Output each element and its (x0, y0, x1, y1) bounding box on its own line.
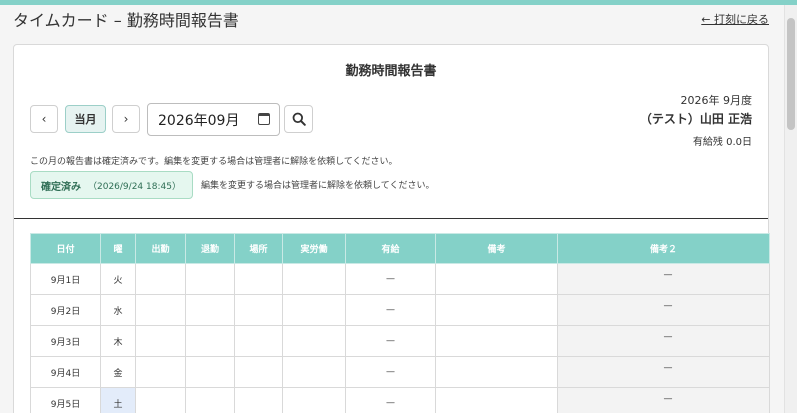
cell-clock-out[interactable] (185, 387, 235, 413)
cell-date: 9月2日 (30, 294, 101, 326)
header-actual-work: 実労働 (282, 233, 346, 264)
cell-location[interactable] (234, 263, 283, 295)
current-month-button[interactable]: 当月 (65, 105, 106, 133)
cell-clock-in[interactable] (135, 356, 186, 388)
timecard-table: 日付 曜 出勤 退勤 場所 実労働 有給 備考 備考２ 9月1日 火 — — 9… (30, 233, 770, 413)
next-month-button[interactable]: › (112, 105, 140, 133)
month-input-value: 2026年09月 (158, 112, 240, 129)
section-divider (14, 218, 768, 219)
cell-clock-in[interactable] (135, 263, 186, 295)
cell-memo[interactable] (435, 356, 558, 388)
status-badge-label: 確定済み (41, 181, 81, 193)
confirmed-notice: この月の報告書は確定済みです。編集を変更する場合は管理者に解除を依頼してください… (30, 157, 398, 167)
cell-actual-work (282, 263, 346, 295)
report-title: 勤務時間報告書 (345, 64, 437, 79)
table-row: 9月5日 土 — — (30, 387, 770, 413)
cell-clock-in[interactable] (135, 387, 186, 413)
status-badge: 確定済み （2026/9/24 18:45） (30, 171, 193, 199)
scrollbar-thumb[interactable] (787, 18, 795, 130)
table-header-row: 日付 曜 出勤 退勤 場所 実労働 有給 備考 備考２ (30, 233, 770, 264)
cell-memo[interactable] (435, 294, 558, 326)
cell-clock-in[interactable] (135, 325, 186, 357)
cell-date: 9月3日 (30, 325, 101, 357)
report-period: 2026年 9月度 (680, 94, 753, 107)
cell-weekday: 水 (100, 294, 136, 326)
prev-month-button[interactable]: ‹ (30, 105, 58, 133)
cell-clock-out[interactable] (185, 325, 235, 357)
header-clock-out: 退勤 (185, 233, 235, 264)
header-location: 場所 (234, 233, 283, 264)
cell-date: 9月1日 (30, 263, 101, 295)
cell-clock-out[interactable] (185, 356, 235, 388)
cell-clock-out[interactable] (185, 263, 235, 295)
cell-location[interactable] (234, 356, 283, 388)
cell-actual-work (282, 294, 346, 326)
unlock-notice: 編集を変更する場合は管理者に解除を依頼してください。 (201, 181, 435, 191)
table-row: 9月4日 金 — — (30, 356, 770, 388)
paid-leave-balance: 有給残 0.0日 (692, 137, 752, 148)
status-badge-timestamp: （2026/9/24 18:45） (88, 181, 181, 192)
header-memo: 備考 (435, 233, 558, 264)
cell-date: 9月5日 (30, 387, 101, 413)
report-card: 勤務時間報告書 ‹ 当月 › 2026年09月 2026年 9月度 （テスト）山… (13, 44, 770, 413)
header-date: 日付 (30, 233, 101, 264)
cell-memo[interactable] (435, 325, 558, 357)
header-clock-in: 出勤 (135, 233, 186, 264)
top-accent-bar (0, 0, 797, 5)
cell-location[interactable] (234, 325, 283, 357)
cell-clock-out[interactable] (185, 294, 235, 326)
cell-location[interactable] (234, 294, 283, 326)
cell-clock-in[interactable] (135, 294, 186, 326)
cell-paid-leave[interactable]: — (345, 294, 436, 326)
cell-weekday: 火 (100, 263, 136, 295)
cell-weekday: 金 (100, 356, 136, 388)
cell-memo[interactable] (435, 387, 558, 413)
cell-weekday: 土 (100, 387, 136, 413)
table-row: 9月1日 火 — — (30, 263, 770, 295)
calendar-icon[interactable] (258, 113, 270, 125)
cell-memo2: — (557, 263, 770, 295)
cell-memo[interactable] (435, 263, 558, 295)
cell-weekday: 木 (100, 325, 136, 357)
cell-actual-work (282, 325, 346, 357)
table-row: 9月3日 木 — — (30, 325, 770, 357)
cell-memo2: — (557, 356, 770, 388)
cell-actual-work (282, 356, 346, 388)
header-paid-leave: 有給 (345, 233, 436, 264)
search-button[interactable] (284, 105, 313, 133)
month-input[interactable]: 2026年09月 (147, 103, 280, 136)
header-memo2: 備考２ (557, 233, 770, 264)
cell-paid-leave[interactable]: — (345, 356, 436, 388)
user-name: （テスト）山田 正浩 (639, 112, 752, 126)
cell-memo2: — (557, 294, 770, 326)
header-weekday: 曜 (100, 233, 136, 264)
table-row: 9月2日 水 — — (30, 294, 770, 326)
search-icon (292, 112, 306, 126)
app-title: タイムカード – 勤務時間報告書 (13, 11, 239, 30)
cell-paid-leave[interactable]: — (345, 263, 436, 295)
cell-date: 9月4日 (30, 356, 101, 388)
cell-memo2: — (557, 325, 770, 357)
back-to-punch-link[interactable]: ← 打刻に戻る (701, 11, 769, 27)
cell-memo2: — (557, 387, 770, 413)
scrollbar[interactable] (784, 5, 797, 413)
cell-actual-work (282, 387, 346, 413)
cell-location[interactable] (234, 387, 283, 413)
cell-paid-leave[interactable]: — (345, 387, 436, 413)
cell-paid-leave[interactable]: — (345, 325, 436, 357)
